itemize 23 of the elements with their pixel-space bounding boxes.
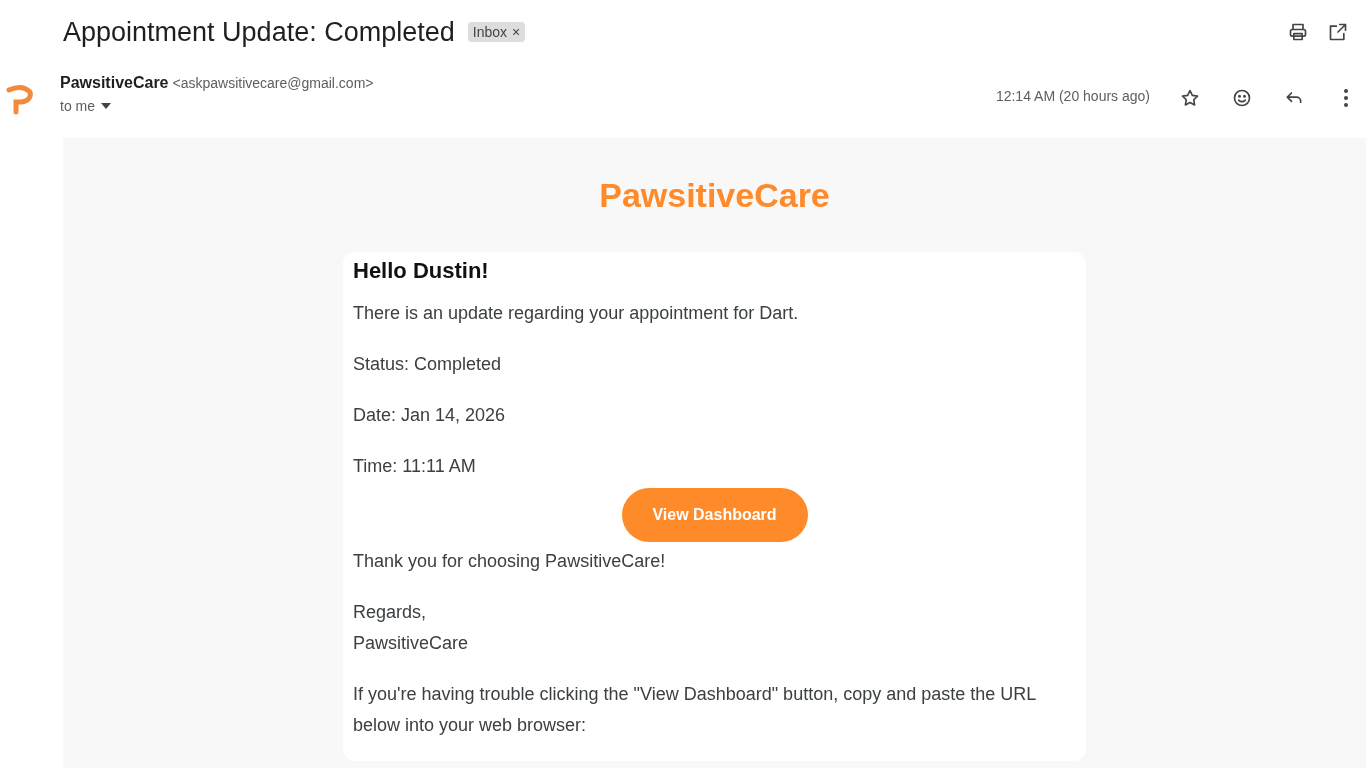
- remove-label-button[interactable]: ×: [512, 24, 521, 40]
- sender-name: PawsitiveCare: [60, 74, 169, 92]
- email-subject: Appointment Update: Completed: [63, 16, 455, 48]
- caret-icon: [101, 103, 111, 109]
- label-text: Inbox: [472, 24, 507, 40]
- recipient-dropdown[interactable]: to me: [60, 98, 374, 114]
- message-text: Date: Jan 14, 2026: [353, 405, 506, 425]
- message-text: Regards,: [353, 602, 427, 622]
- star-icon: [1180, 88, 1200, 108]
- message-text: If you're having trouble clicking the "View Dashboard" button, copy and paste the URL below into your web browser:: [353, 684, 1036, 735]
- print-icon: [1288, 22, 1308, 42]
- brand-title: PawsitiveCare: [599, 176, 830, 215]
- greeting: Hello Dustin!: [353, 258, 490, 284]
- message-text: Thank you for choosing PawsitiveCare!: [353, 551, 666, 571]
- message-text: There is an update regarding your appointment for Dart.: [353, 303, 799, 323]
- open-external-icon: [1328, 22, 1348, 42]
- smiley-icon: [1232, 88, 1252, 108]
- message-text: Time: 11:11 AM: [353, 456, 476, 476]
- message-text: Status: Completed: [353, 354, 502, 374]
- sender-email: <askpawsitivecare@gmail.com>: [172, 75, 374, 91]
- email-time: 12:14 AM (20 hours ago): [995, 88, 1150, 104]
- message-text: PawsitiveCare: [353, 633, 469, 653]
- more-vertical-icon: [1344, 89, 1348, 107]
